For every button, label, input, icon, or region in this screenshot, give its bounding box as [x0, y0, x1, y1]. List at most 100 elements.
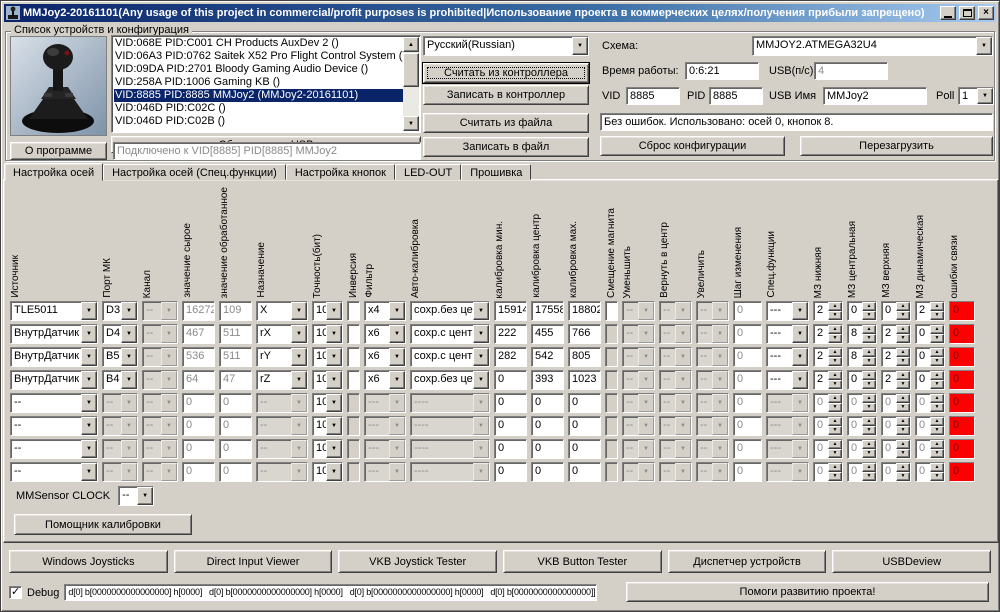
filter-select[interactable]: x6▼ — [364, 370, 406, 390]
spinner-down-icon[interactable]: ▼ — [828, 357, 842, 366]
maximize-button[interactable] — [959, 6, 975, 20]
deadzone-center-spinner[interactable]: 8▲▼ — [847, 324, 877, 344]
precision-select[interactable]: 10▼ — [312, 393, 343, 413]
spinner-up-icon[interactable]: ▲ — [930, 348, 944, 357]
close-button[interactable]: × — [978, 6, 994, 20]
spinner-up-icon[interactable]: ▲ — [862, 371, 876, 380]
precision-select[interactable]: 10▼ — [312, 462, 343, 482]
precision-select[interactable]: 10▼ — [312, 439, 343, 459]
source-select[interactable]: --▼ — [10, 439, 98, 459]
magnet-offset-checkbox[interactable] — [605, 301, 618, 321]
spinner-up-icon[interactable]: ▲ — [828, 302, 842, 311]
usb-name-input[interactable]: MMJoy2 — [823, 87, 927, 105]
spinner-down-icon[interactable]: ▼ — [930, 311, 944, 320]
calibration-max-input[interactable]: 0 — [568, 462, 601, 482]
tab-4[interactable]: Прошивка — [461, 164, 531, 180]
deadzone-dynamic-spinner[interactable]: 0▲▼ — [915, 347, 945, 367]
spinner-down-icon[interactable]: ▼ — [862, 357, 876, 366]
inversion-checkbox[interactable] — [347, 347, 360, 367]
spinner-down-icon[interactable]: ▼ — [828, 334, 842, 343]
source-select[interactable]: --▼ — [10, 462, 98, 482]
calibration-min-input[interactable]: 15914 — [494, 301, 527, 321]
source-select[interactable]: TLE5011▼ — [10, 301, 98, 321]
calibration-min-input[interactable]: 0 — [494, 439, 527, 459]
spinner-up-icon[interactable]: ▲ — [862, 302, 876, 311]
deadzone-center-spinner[interactable]: 8▲▼ — [847, 347, 877, 367]
calibration-center-input[interactable]: 0 — [531, 462, 564, 482]
calibration-center-input[interactable]: 393 — [531, 370, 564, 390]
spinner-up-icon[interactable]: ▲ — [930, 302, 944, 311]
mmsensor-clock-select[interactable]: -- ▼ — [118, 486, 154, 506]
spinner-down-icon[interactable]: ▼ — [828, 380, 842, 389]
spinner-down-icon[interactable]: ▼ — [896, 357, 910, 366]
calibration-min-input[interactable]: 0 — [494, 370, 527, 390]
device-list-item[interactable]: VID:06A3 PID:0762 Saitek X52 Pro Flight … — [114, 50, 418, 63]
scroll-down-icon[interactable]: ▼ — [403, 116, 419, 131]
reset-config-button[interactable]: Сброс конфигурации — [600, 136, 785, 156]
autocalibration-select[interactable]: сохр.без центр▼ — [410, 301, 490, 321]
scrollbar-thumb[interactable] — [403, 53, 419, 87]
calibration-center-input[interactable]: 0 — [531, 393, 564, 413]
filter-select[interactable]: x6▼ — [364, 347, 406, 367]
calibration-min-input[interactable]: 282 — [494, 347, 527, 367]
utility-button-2[interactable]: VKB Joystick Tester — [338, 550, 497, 573]
calibration-max-input[interactable]: 18802 — [568, 301, 601, 321]
read-from-file-button[interactable]: Считать из файла — [423, 113, 589, 133]
filter-select[interactable]: x6▼ — [364, 324, 406, 344]
scroll-up-icon[interactable]: ▲ — [403, 37, 419, 52]
calibration-min-input[interactable]: 0 — [494, 393, 527, 413]
filter-select[interactable]: x4▼ — [364, 301, 406, 321]
precision-select[interactable]: 10▼ — [312, 301, 343, 321]
debug-checkbox[interactable] — [9, 586, 22, 599]
spinner-up-icon[interactable]: ▲ — [896, 348, 910, 357]
spinner-down-icon[interactable]: ▼ — [896, 334, 910, 343]
calibration-min-input[interactable]: 0 — [494, 462, 527, 482]
support-project-button[interactable]: Помоги развитию проекта! — [626, 582, 989, 602]
calibration-center-input[interactable]: 455 — [531, 324, 564, 344]
calibration-max-input[interactable]: 766 — [568, 324, 601, 344]
spinner-down-icon[interactable]: ▼ — [828, 311, 842, 320]
mcu-port-select[interactable]: D4▼ — [102, 324, 138, 344]
spinner-down-icon[interactable]: ▼ — [862, 311, 876, 320]
spec-function-select[interactable]: ---▼ — [766, 324, 809, 344]
spinner-up-icon[interactable]: ▲ — [896, 371, 910, 380]
tab-1[interactable]: Настройка осей (Спец.функции) — [103, 164, 286, 180]
spinner-down-icon[interactable]: ▼ — [896, 380, 910, 389]
spinner-down-icon[interactable]: ▼ — [930, 380, 944, 389]
write-to-file-button[interactable]: Записать в файл — [423, 137, 589, 157]
calibration-min-input[interactable]: 0 — [494, 416, 527, 436]
calibration-max-input[interactable]: 805 — [568, 347, 601, 367]
deadzone-low-spinner[interactable]: 2▲▼ — [813, 347, 843, 367]
spinner-down-icon[interactable]: ▼ — [930, 357, 944, 366]
mcu-port-select[interactable]: B4▼ — [102, 370, 138, 390]
designation-select[interactable]: rY▼ — [256, 347, 308, 367]
device-list-item[interactable]: VID:09DA PID:2701 Bloody Gaming Audio De… — [114, 63, 418, 76]
source-select[interactable]: ВнутрДатчик▼ — [10, 370, 98, 390]
deadzone-high-spinner[interactable]: 0▲▼ — [881, 301, 911, 321]
inversion-checkbox[interactable] — [347, 370, 360, 390]
utility-button-4[interactable]: Диспетчер устройств — [668, 550, 827, 573]
spinner-up-icon[interactable]: ▲ — [862, 348, 876, 357]
autocalibration-select[interactable]: сохр.с центром▼ — [410, 347, 490, 367]
source-select[interactable]: --▼ — [10, 393, 98, 413]
spec-function-select[interactable]: ---▼ — [766, 370, 809, 390]
spinner-up-icon[interactable]: ▲ — [828, 348, 842, 357]
deadzone-dynamic-spinner[interactable]: 2▲▼ — [915, 301, 945, 321]
deadzone-dynamic-spinner[interactable]: 0▲▼ — [915, 324, 945, 344]
calibration-max-input[interactable]: 0 — [568, 439, 601, 459]
precision-select[interactable]: 10▼ — [312, 324, 343, 344]
device-list-item[interactable]: VID:068E PID:C001 CH Products AuxDev 2 (… — [114, 37, 418, 50]
spinner-down-icon[interactable]: ▼ — [862, 334, 876, 343]
autocalibration-select[interactable]: сохр.без центр▼ — [410, 370, 490, 390]
deadzone-low-spinner[interactable]: 2▲▼ — [813, 301, 843, 321]
vid-input[interactable]: 8885 — [626, 87, 680, 105]
spinner-up-icon[interactable]: ▲ — [930, 325, 944, 334]
device-list-item[interactable]: VID:258A PID:1006 Gaming KB () — [114, 76, 418, 89]
precision-select[interactable]: 10▼ — [312, 370, 343, 390]
calibration-max-input[interactable]: 1023 — [568, 370, 601, 390]
poll-select[interactable]: 1 ▼ — [958, 87, 994, 105]
designation-select[interactable]: rZ▼ — [256, 370, 308, 390]
deadzone-dynamic-spinner[interactable]: 0▲▼ — [915, 370, 945, 390]
deadzone-center-spinner[interactable]: 0▲▼ — [847, 370, 877, 390]
designation-select[interactable]: X▼ — [256, 301, 308, 321]
